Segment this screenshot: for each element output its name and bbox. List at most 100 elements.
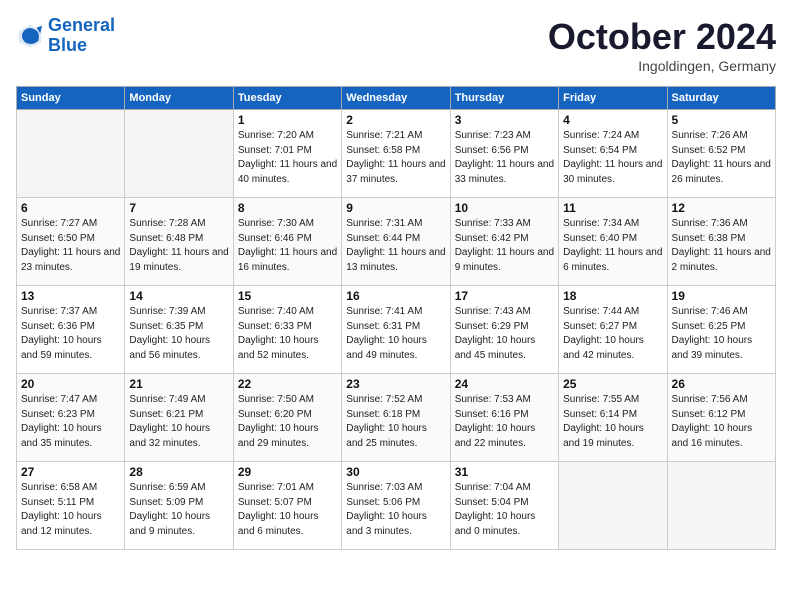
- day-number: 27: [21, 465, 120, 479]
- weekday-header-monday: Monday: [125, 87, 233, 110]
- calendar-cell: 9 Sunrise: 7:31 AM Sunset: 6:44 PM Daylig…: [342, 198, 450, 286]
- day-detail: Sunrise: 7:21 AM Sunset: 6:58 PM Dayligh…: [346, 129, 445, 187]
- week-row-0: 1Sunrise: 7:20 AM Sunset: 7:01 PM Daylig…: [17, 110, 776, 198]
- day-number: 5: [672, 113, 771, 127]
- week-row-3: 20Sunrise: 7:47 AM Sunset: 6:23 PM Dayli…: [17, 374, 776, 462]
- day-detail: Sunrise: 7:40 AM Sunset: 6:33 PM Dayligh…: [238, 305, 337, 363]
- day-number: 10: [455, 201, 554, 215]
- weekday-header-tuesday: Tuesday: [233, 87, 341, 110]
- day-number: 29: [238, 465, 337, 479]
- day-detail: Sunrise: 7:34 AM Sunset: 6:40 PM Dayligh…: [563, 217, 662, 275]
- day-detail: Sunrise: 6:58 AM Sunset: 5:11 PM Dayligh…: [21, 481, 120, 539]
- day-detail: Sunrise: 7:41 AM Sunset: 6:31 PM Dayligh…: [346, 305, 445, 363]
- calendar-cell: 4 Sunrise: 7:24 AM Sunset: 6:54 PM Daylig…: [559, 110, 667, 198]
- calendar-cell: 10 Sunrise: 7:33 AM Sunset: 6:42 PM Dayli…: [450, 198, 558, 286]
- day-detail: Sunrise: 6:59 AM Sunset: 5:09 PM Dayligh…: [129, 481, 228, 539]
- calendar-cell: 18 Sunrise: 7:44 AM Sunset: 6:27 PM Dayli…: [559, 286, 667, 374]
- calendar-cell: [667, 462, 775, 550]
- day-detail: Sunrise: 7:28 AM Sunset: 6:48 PM Dayligh…: [129, 217, 228, 275]
- weekday-header-saturday: Saturday: [667, 87, 775, 110]
- calendar-cell: 1Sunrise: 7:20 AM Sunset: 7:01 PM Daylig…: [233, 110, 341, 198]
- day-number: 17: [455, 289, 554, 303]
- day-detail: Sunrise: 7:31 AM Sunset: 6:44 PM Dayligh…: [346, 217, 445, 275]
- day-number: 9: [346, 201, 445, 215]
- day-number: 6: [21, 201, 120, 215]
- day-number: 16: [346, 289, 445, 303]
- calendar-cell: 24Sunrise: 7:53 AM Sunset: 6:16 PM Dayli…: [450, 374, 558, 462]
- day-number: 28: [129, 465, 228, 479]
- day-detail: Sunrise: 7:52 AM Sunset: 6:18 PM Dayligh…: [346, 393, 445, 451]
- day-number: 23: [346, 377, 445, 391]
- day-number: 22: [238, 377, 337, 391]
- calendar-cell: 17 Sunrise: 7:43 AM Sunset: 6:29 PM Dayli…: [450, 286, 558, 374]
- day-detail: Sunrise: 7:01 AM Sunset: 5:07 PM Dayligh…: [238, 481, 337, 539]
- calendar-cell: 28 Sunrise: 6:59 AM Sunset: 5:09 PM Dayli…: [125, 462, 233, 550]
- calendar-cell: 30Sunrise: 7:03 AM Sunset: 5:06 PM Dayli…: [342, 462, 450, 550]
- calendar-cell: 20Sunrise: 7:47 AM Sunset: 6:23 PM Dayli…: [17, 374, 125, 462]
- day-detail: Sunrise: 7:44 AM Sunset: 6:27 PM Dayligh…: [563, 305, 662, 363]
- calendar-cell: 15 Sunrise: 7:40 AM Sunset: 6:33 PM Dayli…: [233, 286, 341, 374]
- day-number: 11: [563, 201, 662, 215]
- day-number: 19: [672, 289, 771, 303]
- day-number: 14: [129, 289, 228, 303]
- weekday-header-thursday: Thursday: [450, 87, 558, 110]
- calendar-cell: 19 Sunrise: 7:46 AM Sunset: 6:25 PM Dayli…: [667, 286, 775, 374]
- weekday-header-sunday: Sunday: [17, 87, 125, 110]
- day-detail: Sunrise: 7:50 AM Sunset: 6:20 PM Dayligh…: [238, 393, 337, 451]
- day-number: 26: [672, 377, 771, 391]
- day-number: 12: [672, 201, 771, 215]
- logo-text: General Blue: [48, 16, 115, 56]
- week-row-2: 13 Sunrise: 7:37 AM Sunset: 6:36 PM Dayli…: [17, 286, 776, 374]
- location: Ingoldingen, Germany: [548, 58, 776, 74]
- calendar-cell: 31 Sunrise: 7:04 AM Sunset: 5:04 PM Dayli…: [450, 462, 558, 550]
- day-detail: Sunrise: 7:49 AM Sunset: 6:21 PM Dayligh…: [129, 393, 228, 451]
- calendar-cell: 7 Sunrise: 7:28 AM Sunset: 6:48 PM Daylig…: [125, 198, 233, 286]
- day-detail: Sunrise: 7:39 AM Sunset: 6:35 PM Dayligh…: [129, 305, 228, 363]
- logo: General Blue: [16, 16, 115, 56]
- week-row-1: 6 Sunrise: 7:27 AM Sunset: 6:50 PM Daylig…: [17, 198, 776, 286]
- day-detail: Sunrise: 7:27 AM Sunset: 6:50 PM Dayligh…: [21, 217, 120, 275]
- day-number: 31: [455, 465, 554, 479]
- calendar-cell: 6 Sunrise: 7:27 AM Sunset: 6:50 PM Daylig…: [17, 198, 125, 286]
- day-detail: Sunrise: 7:03 AM Sunset: 5:06 PM Dayligh…: [346, 481, 445, 539]
- calendar-cell: 5 Sunrise: 7:26 AM Sunset: 6:52 PM Daylig…: [667, 110, 775, 198]
- day-detail: Sunrise: 7:04 AM Sunset: 5:04 PM Dayligh…: [455, 481, 554, 539]
- calendar-cell: 21 Sunrise: 7:49 AM Sunset: 6:21 PM Dayli…: [125, 374, 233, 462]
- day-number: 21: [129, 377, 228, 391]
- day-detail: Sunrise: 7:43 AM Sunset: 6:29 PM Dayligh…: [455, 305, 554, 363]
- calendar-cell: 2 Sunrise: 7:21 AM Sunset: 6:58 PM Daylig…: [342, 110, 450, 198]
- day-number: 7: [129, 201, 228, 215]
- day-detail: Sunrise: 7:23 AM Sunset: 6:56 PM Dayligh…: [455, 129, 554, 187]
- month-title: October 2024: [548, 16, 776, 58]
- day-number: 8: [238, 201, 337, 215]
- calendar-cell: 29 Sunrise: 7:01 AM Sunset: 5:07 PM Dayli…: [233, 462, 341, 550]
- calendar-cell: 25Sunrise: 7:55 AM Sunset: 6:14 PM Dayli…: [559, 374, 667, 462]
- calendar-cell: [17, 110, 125, 198]
- calendar-cell: 3 Sunrise: 7:23 AM Sunset: 6:56 PM Daylig…: [450, 110, 558, 198]
- day-detail: Sunrise: 7:56 AM Sunset: 6:12 PM Dayligh…: [672, 393, 771, 451]
- day-detail: Sunrise: 7:26 AM Sunset: 6:52 PM Dayligh…: [672, 129, 771, 187]
- day-detail: Sunrise: 7:46 AM Sunset: 6:25 PM Dayligh…: [672, 305, 771, 363]
- week-row-4: 27 Sunrise: 6:58 AM Sunset: 5:11 PM Dayli…: [17, 462, 776, 550]
- day-detail: Sunrise: 7:36 AM Sunset: 6:38 PM Dayligh…: [672, 217, 771, 275]
- day-detail: Sunrise: 7:53 AM Sunset: 6:16 PM Dayligh…: [455, 393, 554, 451]
- calendar-cell: 27 Sunrise: 6:58 AM Sunset: 5:11 PM Dayli…: [17, 462, 125, 550]
- calendar-cell: 13 Sunrise: 7:37 AM Sunset: 6:36 PM Dayli…: [17, 286, 125, 374]
- day-detail: Sunrise: 7:20 AM Sunset: 7:01 PM Dayligh…: [238, 129, 337, 187]
- day-detail: Sunrise: 7:37 AM Sunset: 6:36 PM Dayligh…: [21, 305, 120, 363]
- logo-icon: [16, 22, 44, 50]
- calendar-cell: 22 Sunrise: 7:50 AM Sunset: 6:20 PM Dayli…: [233, 374, 341, 462]
- day-number: 2: [346, 113, 445, 127]
- day-detail: Sunrise: 7:33 AM Sunset: 6:42 PM Dayligh…: [455, 217, 554, 275]
- day-number: 13: [21, 289, 120, 303]
- day-detail: Sunrise: 7:24 AM Sunset: 6:54 PM Dayligh…: [563, 129, 662, 187]
- calendar-cell: 23 Sunrise: 7:52 AM Sunset: 6:18 PM Dayli…: [342, 374, 450, 462]
- day-number: 18: [563, 289, 662, 303]
- calendar-cell: 12 Sunrise: 7:36 AM Sunset: 6:38 PM Dayli…: [667, 198, 775, 286]
- day-number: 4: [563, 113, 662, 127]
- weekday-header-friday: Friday: [559, 87, 667, 110]
- calendar-cell: [559, 462, 667, 550]
- day-number: 15: [238, 289, 337, 303]
- calendar-cell: 14 Sunrise: 7:39 AM Sunset: 6:35 PM Dayli…: [125, 286, 233, 374]
- day-number: 3: [455, 113, 554, 127]
